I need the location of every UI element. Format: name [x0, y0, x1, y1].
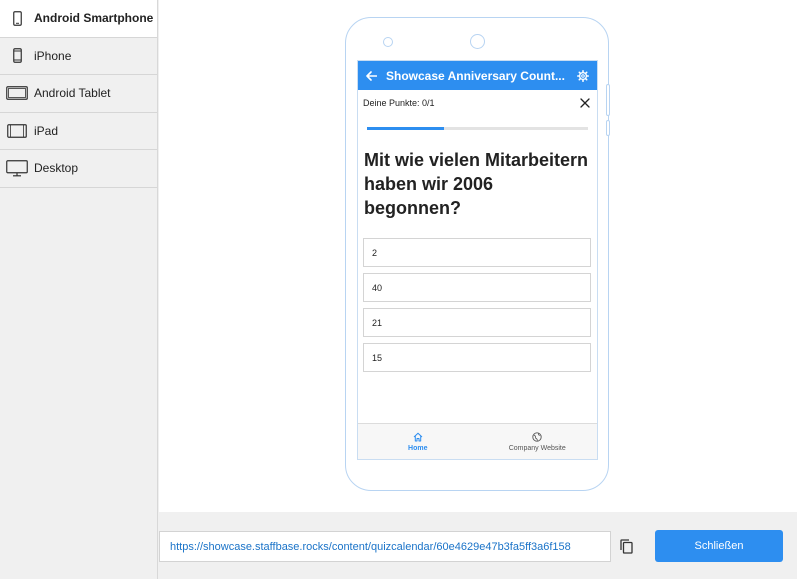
camera-lens [470, 34, 485, 49]
device-item-label: Android Tablet [34, 86, 111, 101]
quiz-question: Mit wie vielen Mitarbeitern haben wir 20… [364, 150, 589, 218]
device-item-label: iPad [34, 123, 59, 138]
device-item-label: Desktop [34, 161, 79, 176]
device-item-android-tablet[interactable]: Android Tablet [0, 75, 157, 113]
quiz-progress-fill [367, 127, 445, 130]
device-sidebar: Android Smartphone iPhone Android Tablet… [0, 0, 158, 579]
home-icon [413, 432, 423, 441]
app-title: Showcase Anniversary Count... [386, 68, 565, 83]
app-bar: Showcase Anniversary Count... [358, 61, 597, 90]
desktop-monitor-icon [0, 159, 34, 177]
url-field[interactable]: https://showcase.staffbase.rocks/content… [159, 531, 611, 562]
volume-button [606, 84, 610, 116]
close-button[interactable]: Schließen [655, 530, 783, 562]
nav-item-company-website[interactable]: Company Website [478, 424, 598, 459]
quiz-progress-bar [367, 127, 588, 130]
copy-icon[interactable] [616, 536, 636, 556]
nav-item-home[interactable]: Home [358, 424, 478, 459]
device-item-desktop[interactable]: Desktop [0, 150, 157, 188]
points-row: Deine Punkte: 0/1 [358, 90, 597, 116]
answer-list: 2 40 21 15 [358, 238, 597, 372]
smartphone-icon [0, 10, 34, 26]
device-item-label: iPhone [34, 48, 72, 63]
speaker-dot [383, 37, 393, 47]
arrow-left-icon[interactable] [366, 70, 382, 81]
device-item-android-smartphone[interactable]: Android Smartphone [0, 0, 157, 38]
close-icon[interactable] [579, 97, 591, 109]
answer-option[interactable]: 40 [363, 273, 591, 302]
answer-option[interactable]: 21 [363, 308, 591, 337]
nav-label: Company Website [508, 444, 566, 452]
bottom-navigation: Home Company Website [358, 423, 597, 459]
answer-option[interactable]: 2 [363, 238, 591, 267]
device-item-ipad[interactable]: iPad [0, 113, 157, 150]
answer-option[interactable]: 15 [363, 343, 591, 372]
gear-icon[interactable] [573, 69, 589, 82]
device-item-iphone[interactable]: iPhone [0, 38, 157, 75]
device-item-label: Android Smartphone [34, 11, 154, 26]
tablet-landscape-icon [0, 86, 34, 101]
power-button [606, 120, 610, 136]
points-label: Deine Punkte: 0/1 [363, 98, 435, 108]
iphone-icon [0, 48, 34, 64]
device-screen: Showcase Anniversary Count... Deine Punk… [357, 60, 598, 460]
globe-icon [532, 431, 542, 442]
nav-label: Home [408, 444, 428, 452]
ipad-icon [0, 123, 34, 138]
